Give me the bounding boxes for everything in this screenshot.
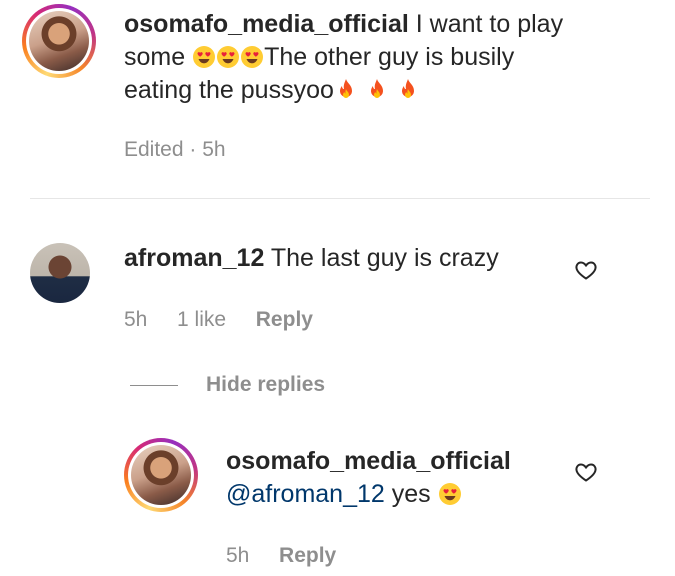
divider xyxy=(30,198,650,199)
comment-2-reply-button[interactable]: Reply xyxy=(256,308,313,331)
comment-2-text: afroman_12 The last guy is crazy xyxy=(124,242,564,275)
hide-replies-button[interactable]: Hide replies xyxy=(206,373,325,397)
heart-eyes-emoji-icon xyxy=(241,46,264,68)
reply-1-username[interactable]: osomafo_media_official xyxy=(226,447,511,475)
hide-replies-line xyxy=(130,385,178,386)
comment-1-line2-suffix: The other guy is busily xyxy=(264,43,515,71)
fire-emoji-icon xyxy=(401,79,414,98)
hide-replies-label: Hide replies xyxy=(206,373,326,396)
comment-2-username[interactable]: afroman_12 xyxy=(124,244,264,272)
like-heart-icon[interactable] xyxy=(574,258,598,282)
reply-1-time: 5h xyxy=(226,544,250,567)
avatar-osomafo-top[interactable] xyxy=(22,4,96,78)
like-heart-icon[interactable] xyxy=(574,460,598,484)
heart-eyes-emoji-icon xyxy=(438,483,461,505)
comment-1-text: osomafo_media_official I want to play so… xyxy=(124,8,644,107)
comment-1-line2-prefix: some xyxy=(124,43,186,71)
comment-2-body: The last guy is crazy xyxy=(270,244,499,272)
comment-1-line1: I want to play xyxy=(415,10,564,38)
reply-1-body: yes xyxy=(391,480,431,508)
reply-1-text: osomafo_media_official @afroman_12 yes xyxy=(226,445,566,511)
avatar-image xyxy=(29,11,89,71)
reply-1-actions: 5h Reply xyxy=(226,544,336,568)
heart-eyes-emoji-icon xyxy=(217,46,240,68)
comment-1-meta: Edited · 5h xyxy=(124,138,226,161)
comment-1-line3: eating the pussyoo xyxy=(124,76,334,104)
comment-2-likes[interactable]: 1 like xyxy=(177,308,226,331)
avatar-osomafo-reply[interactable] xyxy=(124,438,198,512)
reply-1-reply-button[interactable]: Reply xyxy=(279,544,336,567)
comment-2-actions: 5h 1 like Reply xyxy=(124,308,313,332)
comment-1-username[interactable]: osomafo_media_official xyxy=(124,10,409,38)
avatar-image xyxy=(30,243,90,303)
reply-1-mention[interactable]: @afroman_12 xyxy=(226,480,385,508)
comment-2-time: 5h xyxy=(124,308,148,331)
avatar-afroman[interactable] xyxy=(30,243,90,303)
fire-emoji-icon xyxy=(370,79,383,98)
heart-eyes-emoji-icon xyxy=(193,46,216,68)
avatar-image xyxy=(131,445,191,505)
fire-emoji-icon xyxy=(339,79,352,98)
